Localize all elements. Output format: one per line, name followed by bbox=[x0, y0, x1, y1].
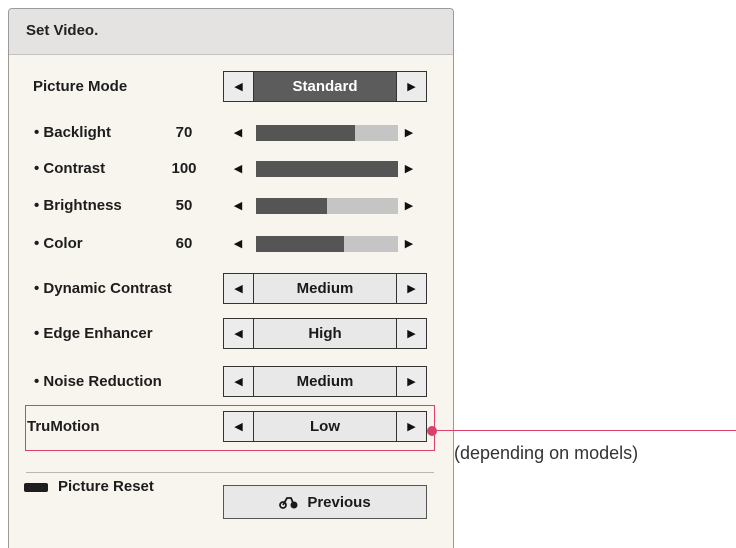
dynamic-contrast-value: Medium bbox=[296, 280, 354, 297]
right-arrow-icon[interactable]: ▶ bbox=[402, 229, 416, 259]
left-arrow-icon[interactable]: ◀ bbox=[224, 367, 254, 396]
noise-reduction-selector[interactable]: ◀ Medium ▶ bbox=[223, 366, 427, 397]
contrast-slider-fill bbox=[256, 161, 398, 177]
callout-line bbox=[437, 430, 736, 431]
left-arrow-icon[interactable]: ◀ bbox=[231, 118, 245, 148]
red-key-icon bbox=[24, 483, 48, 492]
right-arrow-icon[interactable]: ▶ bbox=[396, 367, 426, 396]
left-arrow-icon[interactable]: ◀ bbox=[224, 319, 254, 348]
right-arrow-icon[interactable]: ▶ bbox=[402, 118, 416, 148]
panel-title: Set Video. bbox=[26, 22, 99, 39]
backlight-value: 70 bbox=[175, 124, 193, 141]
back-icon bbox=[279, 497, 298, 509]
right-arrow-icon[interactable]: ▶ bbox=[402, 191, 416, 221]
contrast-value: 100 bbox=[171, 160, 197, 177]
picture-mode-value: Standard bbox=[254, 72, 396, 101]
backlight-slider-fill bbox=[256, 125, 356, 141]
left-arrow-icon[interactable]: ◀ bbox=[231, 229, 245, 259]
color-slider-fill bbox=[256, 236, 345, 252]
previous-label: Previous bbox=[307, 493, 371, 511]
contrast-label: • Contrast bbox=[34, 160, 106, 177]
noise-reduction-value: Medium bbox=[296, 373, 354, 390]
noise-reduction-label: • Noise Reduction bbox=[34, 373, 162, 390]
right-arrow-icon[interactable]: ▶ bbox=[396, 319, 426, 348]
callout-note: (depending on models) bbox=[454, 443, 639, 463]
color-value: 60 bbox=[175, 235, 193, 252]
edge-enhancer-label: • Edge Enhancer bbox=[34, 325, 153, 342]
brightness-slider[interactable] bbox=[256, 198, 398, 214]
backlight-slider[interactable] bbox=[256, 125, 398, 141]
right-arrow-icon[interactable]: ▶ bbox=[396, 72, 426, 101]
brightness-slider-fill bbox=[256, 198, 327, 214]
previous-button[interactable]: Previous bbox=[223, 485, 427, 519]
panel-header: Set Video. bbox=[9, 9, 453, 55]
video-settings-panel: Set Video. Picture Mode ◀ Standard ▶ • B… bbox=[8, 8, 454, 548]
color-label: • Color bbox=[34, 235, 83, 252]
dynamic-contrast-label: • Dynamic Contrast bbox=[34, 280, 172, 297]
left-arrow-icon[interactable]: ◀ bbox=[224, 72, 254, 101]
color-slider[interactable] bbox=[256, 236, 398, 252]
picture-reset-label: Picture Reset bbox=[58, 478, 154, 495]
edge-enhancer-value: High bbox=[308, 325, 342, 342]
brightness-label: • Brightness bbox=[34, 197, 122, 214]
dynamic-contrast-selector[interactable]: ◀ Medium ▶ bbox=[223, 273, 427, 304]
right-arrow-icon[interactable]: ▶ bbox=[402, 154, 416, 184]
right-arrow-icon[interactable]: ▶ bbox=[396, 274, 426, 303]
picture-mode-selector[interactable]: ◀ Standard ▶ bbox=[223, 71, 427, 102]
left-arrow-icon[interactable]: ◀ bbox=[231, 154, 245, 184]
brightness-value: 50 bbox=[175, 197, 193, 214]
left-arrow-icon[interactable]: ◀ bbox=[231, 191, 245, 221]
left-arrow-icon[interactable]: ◀ bbox=[224, 274, 254, 303]
contrast-slider[interactable] bbox=[256, 161, 398, 177]
picture-mode-label: Picture Mode bbox=[33, 78, 128, 95]
trumotion-highlight bbox=[25, 405, 435, 451]
edge-enhancer-selector[interactable]: ◀ High ▶ bbox=[223, 318, 427, 349]
callout-dot bbox=[427, 426, 437, 436]
backlight-label: • Backlight bbox=[34, 124, 111, 141]
